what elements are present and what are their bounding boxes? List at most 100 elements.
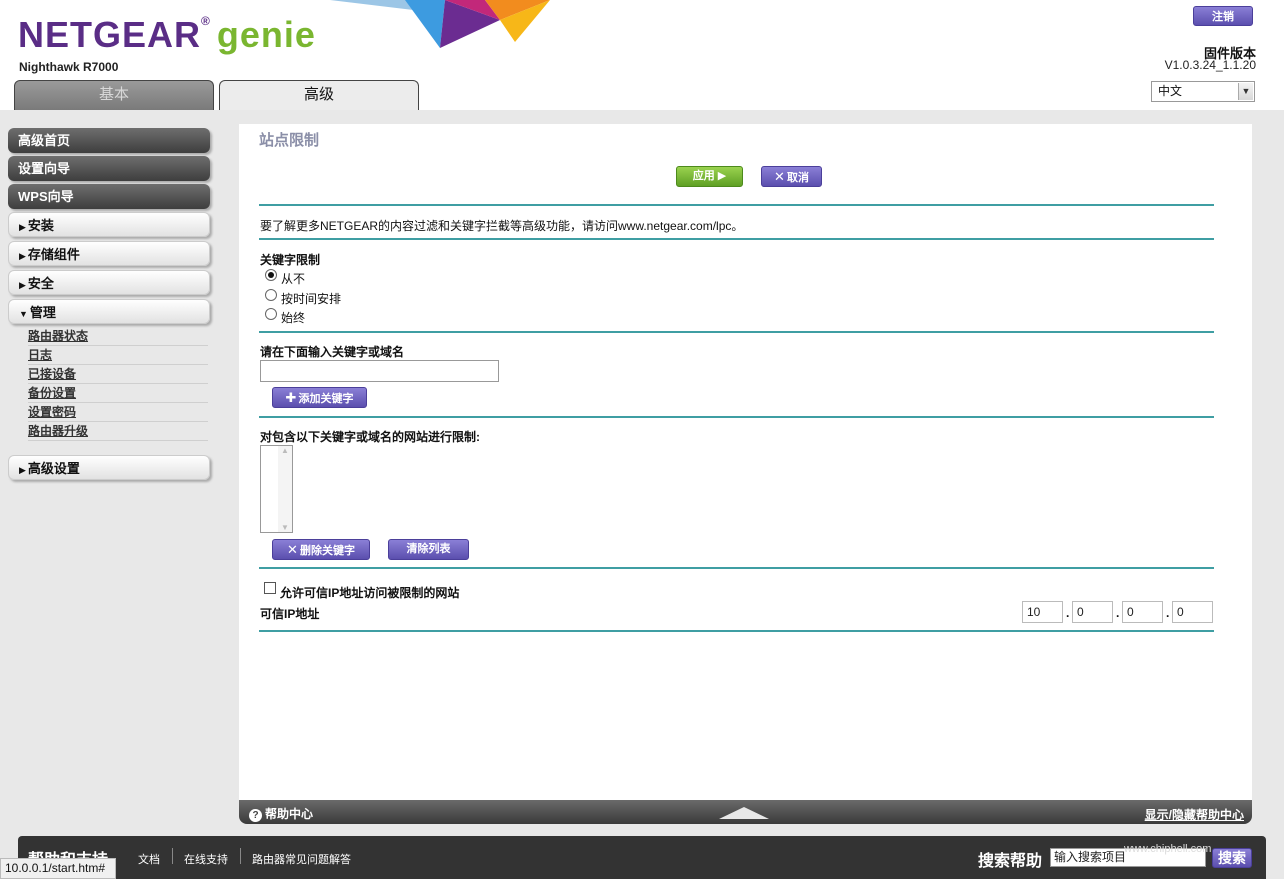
scroll-down-icon: ▼ xyxy=(281,523,289,532)
triangle-right-icon: ▶ xyxy=(19,222,26,232)
help-expand-arrow-icon[interactable] xyxy=(719,807,769,819)
status-bar-url: 10.0.0.1/start.htm# xyxy=(0,858,116,879)
info-text: 要了解更多NETGEAR的内容过滤和关键字拦截等高级功能，请访问www.netg… xyxy=(260,219,744,233)
page-title: 站点限制 xyxy=(259,132,320,149)
footer: 帮助和支持 文档 在线支持 路由器常见问题解答 搜索帮助 输入搜索项目 搜索 xyxy=(18,836,1266,879)
radio-always[interactable] xyxy=(265,308,277,320)
language-select[interactable]: 中文 ▼ xyxy=(1151,81,1255,102)
sidebar-subitem-backup-settings[interactable]: 备份设置 xyxy=(28,384,208,403)
logout-button[interactable]: 注销 xyxy=(1193,6,1253,26)
section-divider xyxy=(259,416,1214,418)
sidebar-item-advanced-setup[interactable]: ▶ 高级设置 xyxy=(8,455,210,480)
add-keyword-label: 添加关键字 xyxy=(298,393,354,405)
section-divider xyxy=(259,331,1214,333)
router-model: Nighthawk R7000 xyxy=(19,60,119,74)
tab-basic[interactable]: 基本 xyxy=(14,80,214,110)
sidebar: 高级首页 设置向导 WPS向导 ▶ 安装 ▶ 存储组件 ▶ 安全 ▼ 管理 路由器状态 … xyxy=(8,128,210,484)
trusted-ip-octet-1[interactable]: 10 xyxy=(1022,601,1063,623)
section-divider xyxy=(259,630,1214,632)
firmware-version: V1.0.3.24_1.1.20 xyxy=(1164,58,1256,72)
keyword-input[interactable] xyxy=(260,360,499,382)
ip-dot: . xyxy=(1116,606,1120,620)
administration-submenu: 路由器状态 日志 已接设备 备份设置 设置密码 路由器升级 xyxy=(8,327,210,441)
sidebar-item-label: 安装 xyxy=(27,218,54,233)
watermark-text: www.chiphell.com xyxy=(1124,843,1212,855)
triangle-down-icon: ▼ xyxy=(19,309,28,319)
blocked-list-title: 对包含以下关键字或域名的网站进行限制: xyxy=(260,430,480,444)
sidebar-item-setup[interactable]: ▶ 安装 xyxy=(8,212,210,237)
footer-separator xyxy=(172,848,173,864)
delete-keyword-button[interactable]: ✕ 删除关键字 xyxy=(272,539,370,560)
header-decoration xyxy=(330,0,550,48)
logo-brand: NETGEAR xyxy=(18,14,202,55)
sidebar-item-security[interactable]: ▶ 安全 xyxy=(8,270,210,295)
radio-always-label: 始终 xyxy=(281,311,306,325)
sidebar-subitem-router-update[interactable]: 路由器升级 xyxy=(28,422,208,441)
footer-link-router-faq[interactable]: 路由器常见问题解答 xyxy=(252,851,351,867)
add-keyword-button[interactable]: ✚ 添加关键字 xyxy=(272,387,367,408)
sidebar-item-label: 管理 xyxy=(29,305,56,320)
sidebar-item-label: 高级设置 xyxy=(27,461,80,476)
ip-dot: . xyxy=(1166,606,1170,620)
logo-registered-mark: ® xyxy=(201,14,211,28)
trusted-ip-octet-4[interactable]: 0 xyxy=(1172,601,1213,623)
sidebar-item-usb-storage[interactable]: ▶ 存储组件 xyxy=(8,241,210,266)
triangle-right-icon: ▶ xyxy=(19,251,26,261)
delete-keyword-label: 删除关键字 xyxy=(299,545,355,557)
sidebar-item-setup-wizard[interactable]: 设置向导 xyxy=(8,156,210,181)
apply-button[interactable]: 应用 ▶ xyxy=(676,166,743,187)
cancel-label: 取消 xyxy=(786,172,809,184)
sidebar-subitem-set-password[interactable]: 设置密码 xyxy=(28,403,208,422)
sidebar-item-advanced-home[interactable]: 高级首页 xyxy=(8,128,210,153)
help-center-label: 帮助中心 xyxy=(265,807,314,821)
footer-link-documentation[interactable]: 文档 xyxy=(138,851,160,867)
triangle-right-icon: ▶ xyxy=(19,280,26,290)
trusted-ip-checkbox[interactable] xyxy=(264,582,276,594)
triangle-right-icon: ▶ xyxy=(19,465,26,475)
radio-per-schedule[interactable] xyxy=(265,289,277,301)
netgear-genie-logo: NETGEAR® genie xyxy=(18,14,316,56)
blocked-keyword-list[interactable]: ▲ ▼ xyxy=(260,445,293,533)
radio-never[interactable] xyxy=(265,269,277,281)
radio-never-label: 从不 xyxy=(281,272,306,286)
sidebar-subitem-router-status[interactable]: 路由器状态 xyxy=(28,327,208,346)
chevron-down-icon: ▼ xyxy=(1238,83,1253,100)
keyword-input-prompt: 请在下面输入关键字或域名 xyxy=(260,345,405,359)
plus-icon: ✚ xyxy=(285,390,297,405)
close-icon: ✕ xyxy=(287,542,298,557)
logo-genie: genie xyxy=(216,14,316,55)
sidebar-item-administration[interactable]: ▼ 管理 xyxy=(8,299,210,324)
help-center-bar: ? 帮助中心 显示/隐藏帮助中心 xyxy=(239,800,1252,824)
help-center-title[interactable]: ? 帮助中心 xyxy=(249,805,313,822)
footer-separator xyxy=(240,848,241,864)
radio-per-schedule-label: 按时间安排 xyxy=(281,292,342,306)
footer-link-online-support[interactable]: 在线支持 xyxy=(184,851,228,867)
clear-list-button[interactable]: 清除列表 xyxy=(388,539,469,560)
search-help-label: 搜索帮助 xyxy=(978,853,1043,870)
trusted-ip-label: 可信IP地址 xyxy=(260,607,320,621)
ip-dot: . xyxy=(1066,606,1070,620)
list-scrollbar[interactable]: ▲ ▼ xyxy=(278,446,292,532)
main-content: 站点限制 应用 ▶ ✕ 取消 要了解更多NETGEAR的内容过滤和关键字拦截等高级… xyxy=(239,124,1252,800)
trusted-ip-checkbox-label: 允许可信IP地址访问被限制的网站 xyxy=(280,586,460,600)
sidebar-item-label: 安全 xyxy=(27,276,54,291)
scroll-up-icon: ▲ xyxy=(281,446,289,455)
sidebar-item-wps-wizard[interactable]: WPS向导 xyxy=(8,184,210,209)
search-button[interactable]: 搜索 xyxy=(1212,848,1252,868)
trusted-ip-octet-2[interactable]: 0 xyxy=(1072,601,1113,623)
language-value: 中文 xyxy=(1158,84,1183,98)
header: NETGEAR® genie Nighthawk R7000 注销 固件版本 V1… xyxy=(0,0,1284,110)
cancel-button[interactable]: ✕ 取消 xyxy=(761,166,822,187)
section-divider xyxy=(259,238,1214,240)
show-hide-help-link[interactable]: 显示/隐藏帮助中心 xyxy=(1145,806,1244,823)
section-divider xyxy=(259,204,1214,206)
keyword-restriction-title: 关键字限制 xyxy=(260,253,321,267)
sidebar-subitem-attached-devices[interactable]: 已接设备 xyxy=(28,365,208,384)
tab-advanced[interactable]: 高级 xyxy=(219,80,419,110)
sidebar-subitem-logs[interactable]: 日志 xyxy=(28,346,208,365)
section-divider xyxy=(259,567,1214,569)
sidebar-item-label: 存储组件 xyxy=(27,247,80,262)
question-circle-icon: ? xyxy=(249,809,262,822)
trusted-ip-octet-3[interactable]: 0 xyxy=(1122,601,1163,623)
close-icon: ✕ xyxy=(774,169,785,184)
